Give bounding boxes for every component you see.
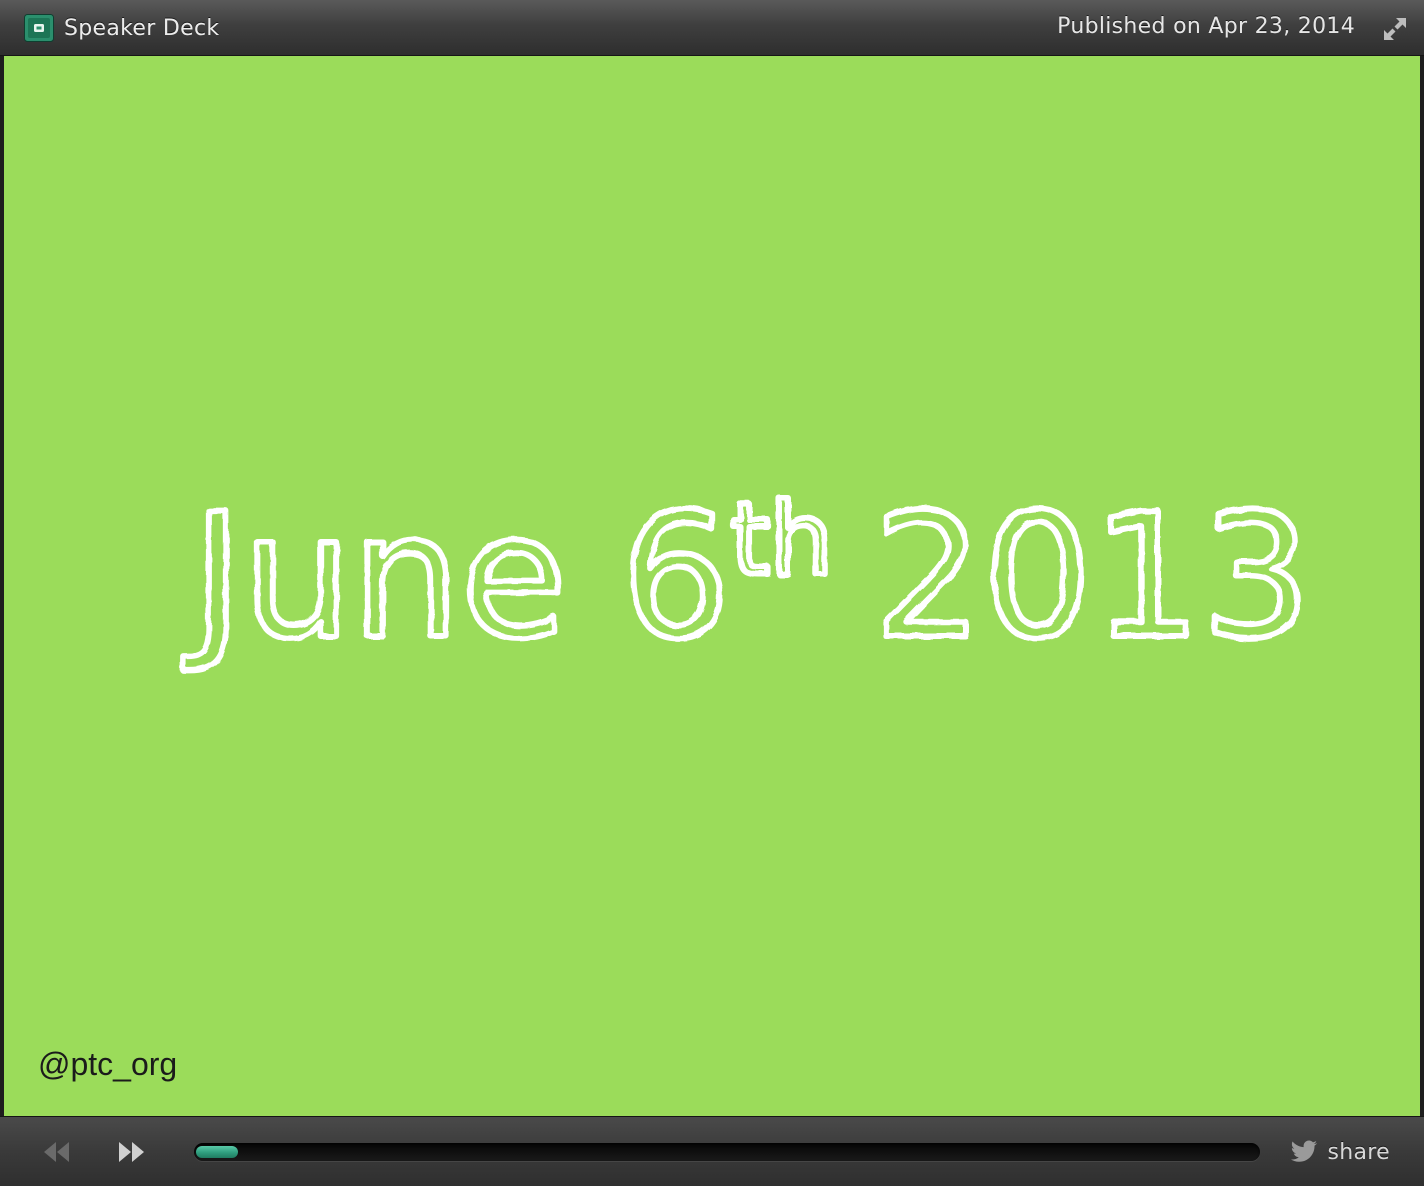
share-button[interactable]: share: [1290, 1137, 1390, 1167]
slide-title-year: 2013: [873, 476, 1311, 677]
player-controls: share: [0, 1116, 1424, 1186]
twitter-handle: @ptc_org: [38, 1046, 178, 1082]
progress-bar[interactable]: [194, 1143, 1260, 1161]
slide-title-suffix: th: [731, 481, 834, 598]
slide[interactable]: June 6th 2013 @ptc_org: [4, 56, 1420, 1116]
player-header: Speaker Deck Published on Apr 23, 2014: [0, 0, 1424, 56]
slide-title-day: June 6: [183, 476, 731, 677]
speaker-deck-player: Speaker Deck Published on Apr 23, 2014 J…: [0, 0, 1424, 1186]
fast-forward-icon[interactable]: [114, 1137, 148, 1167]
twitter-bird-icon: [1290, 1140, 1317, 1162]
brand-name: Speaker Deck: [64, 15, 220, 41]
progress-fill: [196, 1146, 238, 1158]
slide-title-graphic: June 6th 2013: [180, 473, 1314, 680]
published-date: Published on Apr 23, 2014: [1057, 14, 1355, 39]
rewind-icon[interactable]: [40, 1137, 74, 1167]
slide-title: June 6th 2013: [183, 476, 1311, 677]
speaker-deck-logo-icon: [24, 14, 54, 42]
brand[interactable]: Speaker Deck: [24, 13, 219, 43]
share-label: share: [1327, 1139, 1390, 1165]
expand-arrows-icon[interactable]: [1382, 16, 1408, 42]
